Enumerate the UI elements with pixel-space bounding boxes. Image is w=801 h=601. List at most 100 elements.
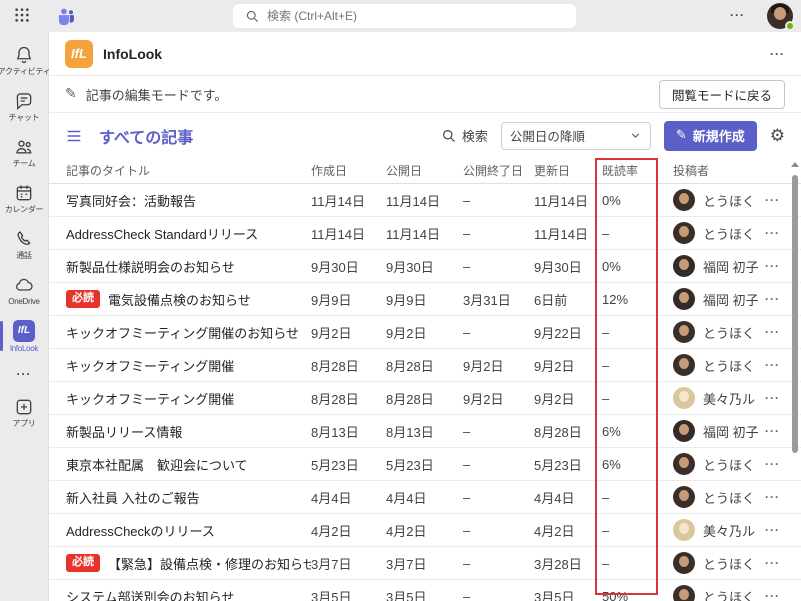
read-rate: – (602, 490, 673, 505)
author-cell: 福岡 初子 (673, 288, 763, 310)
teams-logo-icon[interactable] (56, 6, 76, 26)
read-rate: 12% (602, 292, 673, 307)
sidebar-item-activity[interactable]: アクティビティ (0, 37, 48, 83)
publish-end-date: 9月2日 (463, 356, 534, 375)
chat-icon (14, 91, 34, 111)
updated-date: 4月2日 (534, 521, 602, 540)
app-rail: アクティビティチャットチームカレンダー通話 OneDrive IfLInfoLook… (0, 32, 48, 601)
edit-mode-banner: ✎ 記事の編集モードです。 閲覧モードに戻る (49, 76, 801, 113)
table-row[interactable]: キックオフミーティング開催 8月28日 8月28日 9月2日 9月2日 – 美々… (49, 382, 801, 415)
column-header: 既読率 (602, 162, 673, 179)
sidebar-item-more[interactable]: ··· (0, 359, 48, 389)
article-title: キックオフミーティング開催 (66, 389, 234, 408)
edit-mode-message: 記事の編集モードです。 (86, 85, 228, 104)
publish-end-date: – (463, 259, 534, 274)
updated-date: 6日前 (534, 290, 602, 309)
scroll-up-arrow-icon[interactable] (791, 162, 799, 167)
list-toolbar: すべての記事 検索 公開日の降順 ✎ 新規作成 ⚙ (49, 113, 801, 158)
publish-end-date: – (463, 490, 534, 505)
created-date: 4月2日 (311, 521, 386, 540)
publish-end-date: – (463, 523, 534, 538)
publish-end-date: – (463, 193, 534, 208)
table-row[interactable]: AddressCheck Standardリリース 11月14日 11月14日 … (49, 217, 801, 250)
created-date: 11月14日 (311, 224, 386, 243)
column-header: 公開日 (386, 162, 463, 179)
table-header-row: 記事のタイトル作成日公開日公開終了日更新日既読率投稿者 (49, 158, 801, 184)
avatar (673, 387, 695, 409)
user-avatar[interactable] (767, 3, 793, 29)
author-cell: 美々乃ル (673, 519, 763, 541)
create-new-button[interactable]: ✎ 新規作成 (664, 121, 757, 151)
read-rate: – (602, 325, 673, 340)
app-header-more-button[interactable]: ··· (770, 47, 785, 61)
table-row[interactable]: 写真同好会：活動報告 11月14日 11月14日 – 11月14日 0% とうほ… (49, 184, 801, 217)
article-title: キックオフミーティング開催のお知らせ (66, 323, 299, 342)
table-row[interactable]: 新入社員 入社のご報告 4月4日 4月4日 – 4月4日 – とうほく ··· (49, 481, 801, 514)
table-row[interactable]: 東京本社配属 歓迎会について 5月23日 5月23日 – 5月23日 6% とう… (49, 448, 801, 481)
avatar (673, 453, 695, 475)
author-cell: とうほく (673, 453, 763, 475)
read-rate: – (602, 226, 673, 241)
scrollbar-thumb[interactable] (792, 175, 798, 453)
author-cell: とうほく (673, 189, 763, 211)
article-title: AddressCheck Standardリリース (66, 224, 258, 243)
sidebar-item-chat[interactable]: チャット (0, 83, 48, 129)
sidebar-item-infolook[interactable]: IfLInfoLook (0, 313, 48, 359)
app-title: InfoLook (103, 46, 162, 62)
published-date: 4月2日 (386, 521, 463, 540)
table-row[interactable]: キックオフミーティング開催 8月28日 8月28日 9月2日 9月2日 – とう… (49, 349, 801, 382)
read-rate: – (602, 556, 673, 571)
sidebar-item-teams[interactable]: チーム (0, 129, 48, 175)
teams-top-bar: ··· (0, 0, 801, 32)
author-name: 美々乃ル (703, 521, 755, 540)
sidebar-item-label: OneDrive (8, 298, 39, 306)
updated-date: 9月2日 (534, 389, 602, 408)
list-search-button[interactable]: 検索 (441, 126, 488, 145)
gear-icon[interactable]: ⚙ (770, 126, 785, 146)
column-header: 記事のタイトル (66, 162, 311, 179)
table-row[interactable]: 新製品仕様説明会のお知らせ 9月30日 9月30日 – 9月30日 0% 福岡 … (49, 250, 801, 283)
publish-end-date: – (463, 424, 534, 439)
app-header: IfL InfoLook ··· (49, 32, 801, 76)
search-input[interactable] (233, 4, 576, 28)
table-row[interactable]: 新製品リリース情報 8月13日 8月13日 – 8月28日 6% 福岡 初子 ·… (49, 415, 801, 448)
waffle-menu-icon[interactable] (14, 7, 30, 23)
search-icon (245, 9, 259, 23)
sidebar-item-label: 通話 (16, 252, 31, 260)
table-row[interactable]: 必読 【緊急】設備点検・修理のお知らせ 3月7日 3月7日 – 3月28日 – … (49, 547, 801, 580)
author-name: とうほく (703, 455, 755, 474)
sort-order-dropdown[interactable]: 公開日の降順 (501, 122, 651, 150)
publish-end-date: – (463, 457, 534, 472)
publish-end-date: – (463, 589, 534, 601)
avatar (673, 420, 695, 442)
sidebar-item-label: アクティビティ (0, 68, 50, 76)
created-date: 8月13日 (311, 422, 386, 441)
table-row[interactable]: キックオフミーティング開催のお知らせ 9月2日 9月2日 – 9月22日 – と… (49, 316, 801, 349)
author-cell: 美々乃ル (673, 387, 763, 409)
publish-end-date: – (463, 325, 534, 340)
created-date: 3月7日 (311, 554, 386, 573)
table-row[interactable]: AddressCheckのリリース 4月2日 4月2日 – 4月2日 – 美々乃… (49, 514, 801, 547)
table-row[interactable]: システム部送別会のお知らせ 3月5日 3月5日 – 3月5日 50% とうほく … (49, 580, 801, 601)
sidebar-item-calendar[interactable]: カレンダー (0, 175, 48, 221)
published-date: 3月5日 (386, 587, 463, 601)
back-to-view-mode-button[interactable]: 閲覧モードに戻る (659, 80, 785, 109)
infolook-logo-icon: IfL (13, 320, 35, 342)
sidebar-item-calls[interactable]: 通話 (0, 221, 48, 267)
table-row[interactable]: 必読 電気設備点検のお知らせ 9月9日 9月9日 3月31日 6日前 12% 福… (49, 283, 801, 316)
article-title: 電気設備点検のお知らせ (108, 290, 251, 309)
sidebar-item-onedrive[interactable]: OneDrive (0, 267, 48, 313)
updated-date: 3月5日 (534, 587, 602, 601)
article-title: 新製品仕様説明会のお知らせ (66, 257, 235, 276)
topbar-more-button[interactable]: ··· (730, 8, 745, 22)
global-search (233, 4, 576, 28)
table-scrollbar[interactable] (790, 158, 800, 601)
author-cell: とうほく (673, 354, 763, 376)
sidebar-item-label: アプリ (12, 420, 35, 428)
article-title: システム部送別会のお知らせ (66, 587, 234, 601)
updated-date: 9月2日 (534, 356, 602, 375)
updated-date: 11月14日 (534, 224, 602, 243)
avatar (673, 222, 695, 244)
sidebar-item-apps[interactable]: アプリ (0, 389, 48, 435)
hamburger-menu-icon[interactable] (65, 127, 83, 145)
